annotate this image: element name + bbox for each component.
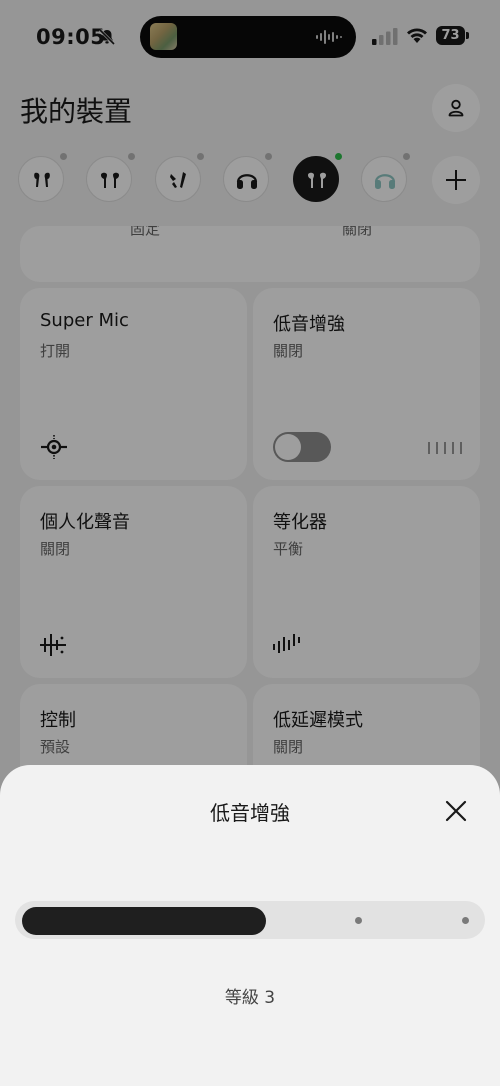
close-button[interactable] xyxy=(440,795,472,827)
slider-stop-4[interactable] xyxy=(355,917,362,924)
bass-boost-sheet: 低音增強 等級 3 xyxy=(0,765,500,1086)
bass-level-slider[interactable] xyxy=(15,901,485,939)
slider-stop-5[interactable] xyxy=(462,917,469,924)
close-icon xyxy=(445,800,467,822)
level-label: 等級 3 xyxy=(224,988,276,1008)
slider-fill[interactable] xyxy=(22,907,266,935)
sheet-title: 低音增強 xyxy=(210,801,290,825)
